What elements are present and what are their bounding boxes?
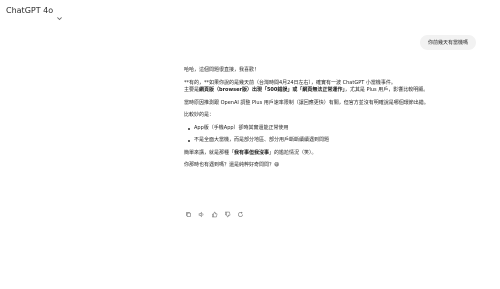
regenerate-icon[interactable] — [237, 211, 244, 218]
reply-list: App版（手機App）卻時其實還能正常使用 不是全面大當機，而是部分地區、部分用… — [184, 125, 484, 145]
emoji: 😄 — [274, 162, 280, 168]
reply-paragraph: **有的，**如果你說的是幾天前（台灣時間4月24日左右），確實有一波 Chat… — [184, 79, 429, 94]
thumbs-down-icon[interactable] — [224, 211, 231, 218]
model-selector[interactable]: ChatGPT 4o — [6, 6, 63, 21]
speaker-icon[interactable] — [198, 211, 205, 218]
chevron-down-icon — [56, 7, 63, 21]
list-item: 不是全面大當機，而是部分地區、部分用戶斷斷續續遇到問題 — [188, 137, 484, 145]
reply-paragraph: 當時原因推測跟 OpenAI 調整 Plus 用戶速率限制（讓回應更快）有關，但… — [184, 99, 429, 106]
thumbs-up-icon[interactable] — [211, 211, 218, 218]
model-name: ChatGPT 4o — [6, 6, 54, 15]
reply-paragraph: 你那時也有遇到嗎？還是純粹好奇問問？😄 — [184, 162, 280, 168]
copy-icon[interactable] — [185, 211, 192, 218]
message-actions — [185, 211, 244, 218]
reply-paragraph: 哈哈，這個問題很直接，我喜歡！ — [184, 67, 260, 73]
user-message: 你前幾天有當機嗎 — [419, 35, 476, 50]
reply-paragraph: 比較妙的是： — [184, 112, 215, 118]
assistant-reply: 哈哈，這個問題很直接，我喜歡！ **有的，**如果你說的是幾天前（台灣時間4月2… — [184, 67, 484, 175]
list-item: App版（手機App）卻時其實還能正常使用 — [188, 125, 484, 133]
reply-paragraph: 簡單來講，就是那種「我有事但我沒事」的尷尬情況（笑）。 — [184, 149, 317, 156]
